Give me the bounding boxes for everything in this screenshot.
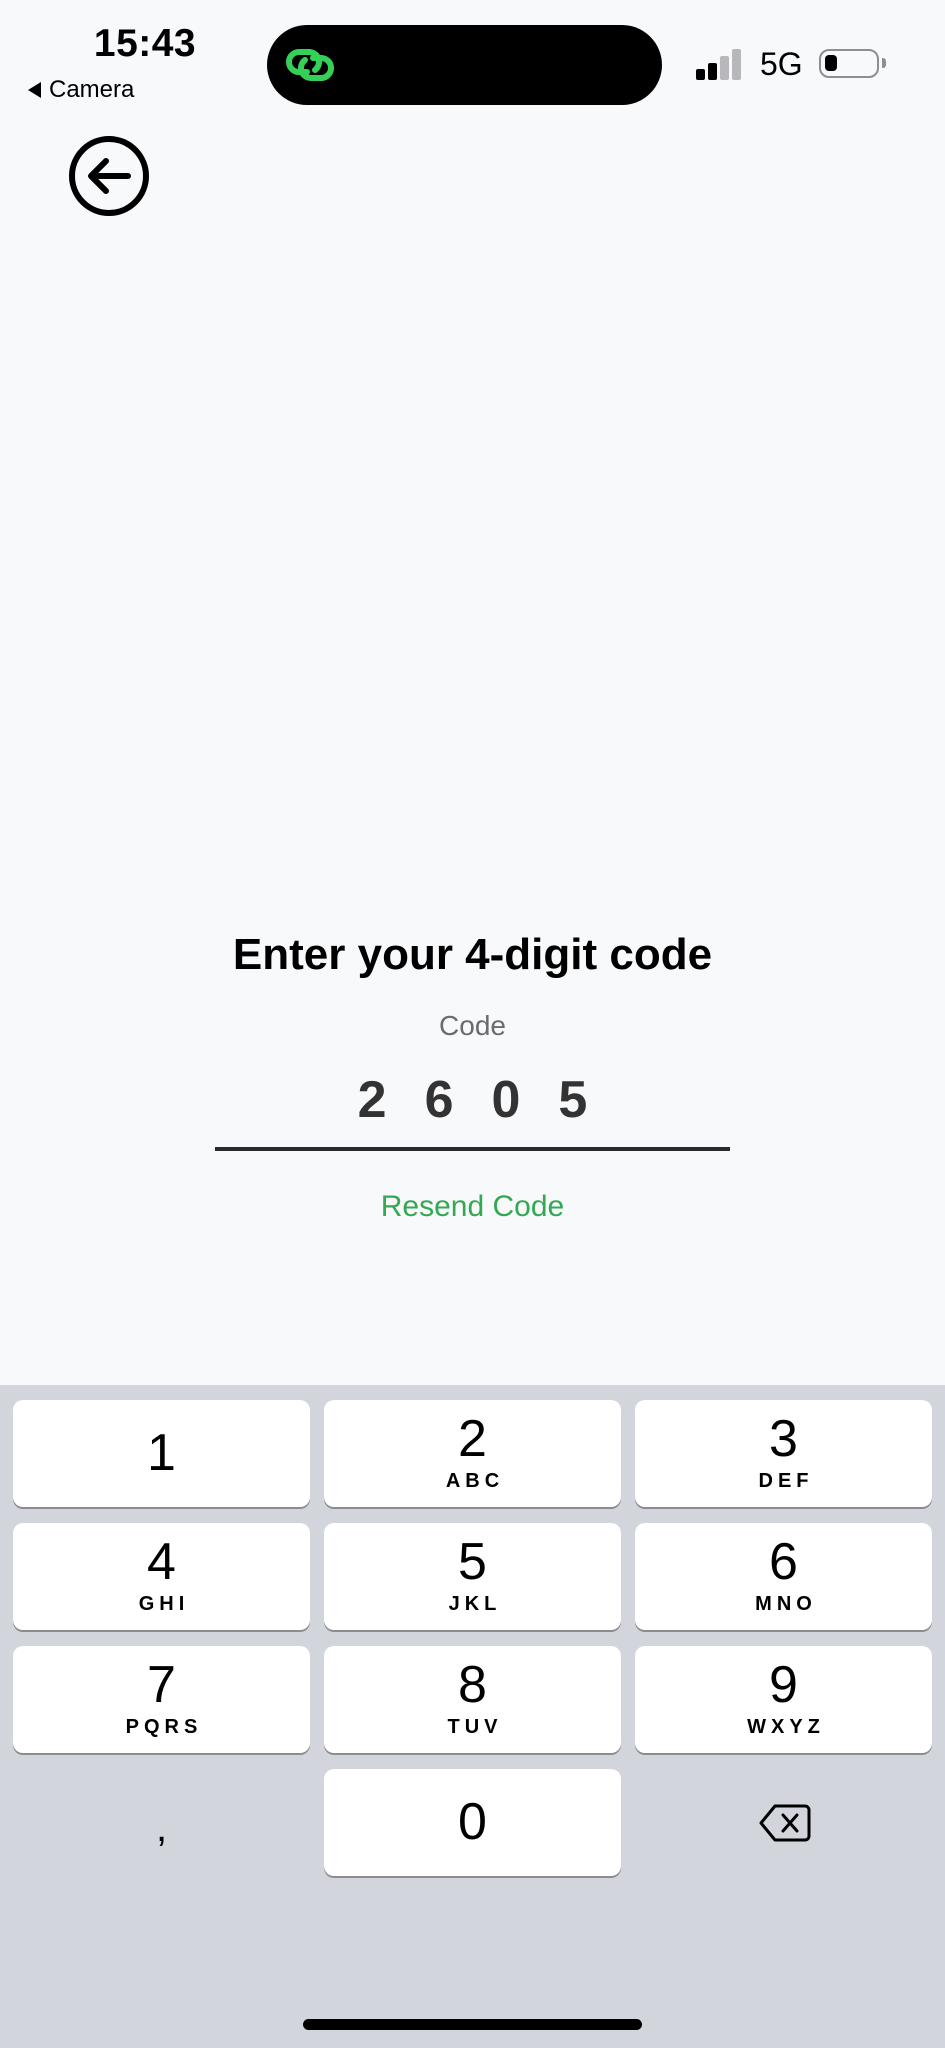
signal-strength-icon <box>696 48 744 80</box>
back-app-label: Camera <box>49 76 135 103</box>
key-letters: DEF <box>758 1470 814 1492</box>
key-digit: 7 <box>147 1656 176 1714</box>
key-8[interactable]: 8 TUV <box>324 1646 621 1753</box>
key-digit: 8 <box>458 1656 487 1714</box>
key-6[interactable]: 6 MNO <box>635 1523 932 1630</box>
status-bar: 15:43 Camera 5G <box>0 0 945 120</box>
key-digit: 1 <box>147 1424 176 1482</box>
key-letters: WXYZ <box>747 1716 825 1738</box>
key-digit: 2 <box>458 1410 487 1468</box>
key-letters: PQRS <box>125 1716 203 1738</box>
key-digit: 9 <box>769 1656 798 1714</box>
key-digit: , <box>155 1806 168 1850</box>
key-letters: MNO <box>755 1593 817 1615</box>
page-title: Enter your 4-digit code <box>232 930 713 979</box>
dynamic-island[interactable] <box>267 25 662 105</box>
key-digit: 4 <box>147 1533 176 1591</box>
key-letters: GHI <box>138 1593 190 1615</box>
battery-icon <box>819 49 886 78</box>
code-label: Code <box>439 1010 506 1041</box>
key-7[interactable]: 7 PQRS <box>13 1646 310 1753</box>
status-time: 15:43 <box>93 22 197 65</box>
code-digits: 2605 <box>357 1071 626 1129</box>
key-digit: 3 <box>769 1410 798 1468</box>
key-comma[interactable]: , <box>13 1769 310 1876</box>
arrow-left-circle-icon <box>69 136 149 216</box>
key-0[interactable]: 0 <box>324 1769 621 1876</box>
delete-key[interactable] <box>635 1769 932 1876</box>
numeric-keyboard: 1 2 ABC 3 DEF 4 GHI 5 JKL 6 MNO 7 PQRS 8… <box>0 1385 945 2048</box>
linked-rings-icon <box>286 49 334 81</box>
key-2[interactable]: 2 ABC <box>324 1400 621 1507</box>
key-5[interactable]: 5 JKL <box>324 1523 621 1630</box>
key-digit: 6 <box>769 1533 798 1591</box>
key-digit: 5 <box>458 1533 487 1591</box>
key-4[interactable]: 4 GHI <box>13 1523 310 1630</box>
key-3[interactable]: 3 DEF <box>635 1400 932 1507</box>
key-letters: ABC <box>445 1470 505 1492</box>
back-button[interactable] <box>68 135 150 217</box>
back-to-app-link[interactable]: Camera <box>28 76 134 104</box>
key-1[interactable]: 1 <box>13 1400 310 1507</box>
key-letters: TUV <box>447 1716 503 1738</box>
resend-code-link[interactable]: Resend Code <box>0 1190 945 1224</box>
key-letters: JKL <box>448 1593 502 1615</box>
key-digit: 0 <box>458 1793 487 1851</box>
back-triangle-icon <box>28 82 41 98</box>
backspace-icon <box>759 1804 811 1842</box>
network-type: 5G <box>760 46 803 82</box>
code-input[interactable]: 2605 <box>215 1060 730 1151</box>
key-9[interactable]: 9 WXYZ <box>635 1646 932 1753</box>
home-indicator[interactable] <box>303 2019 642 2030</box>
